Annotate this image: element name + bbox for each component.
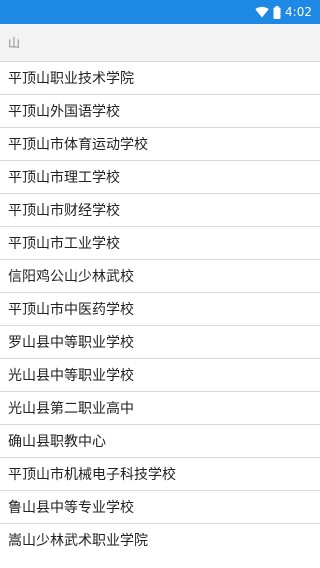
- wifi-icon: [255, 6, 269, 18]
- list-item[interactable]: 嵩山少林武术职业学院: [0, 523, 320, 556]
- list-item[interactable]: 平顶山市机械电子科技学校: [0, 457, 320, 490]
- list-item[interactable]: 罗山县中等职业学校: [0, 325, 320, 358]
- battery-icon: [273, 5, 281, 19]
- search-bar: [0, 24, 320, 61]
- status-time: 4:02: [285, 5, 312, 19]
- list-item[interactable]: 平顶山市财经学校: [0, 193, 320, 226]
- list-item[interactable]: 鲁山县中等专业学校: [0, 490, 320, 523]
- list-item[interactable]: 信阳鸡公山少林武校: [0, 259, 320, 292]
- results-list: 平顶山职业技术学院 平顶山外国语学校 平顶山市体育运动学校 平顶山市理工学校 平…: [0, 61, 320, 568]
- list-item[interactable]: 确山县职教中心: [0, 424, 320, 457]
- list-item[interactable]: 平顶山市理工学校: [0, 160, 320, 193]
- list-item[interactable]: 平顶山职业技术学院: [0, 61, 320, 94]
- list-item[interactable]: 平顶山市中医药学校: [0, 292, 320, 325]
- status-bar: 4:02: [0, 0, 320, 24]
- list-item[interactable]: 平顶山市工业学校: [0, 226, 320, 259]
- search-input[interactable]: [8, 35, 308, 50]
- list-item[interactable]: 平顶山外国语学校: [0, 94, 320, 127]
- list-item[interactable]: 光山县中等职业学校: [0, 358, 320, 391]
- list-item[interactable]: 光山县第二职业高中: [0, 391, 320, 424]
- list-item[interactable]: 平顶山市体育运动学校: [0, 127, 320, 160]
